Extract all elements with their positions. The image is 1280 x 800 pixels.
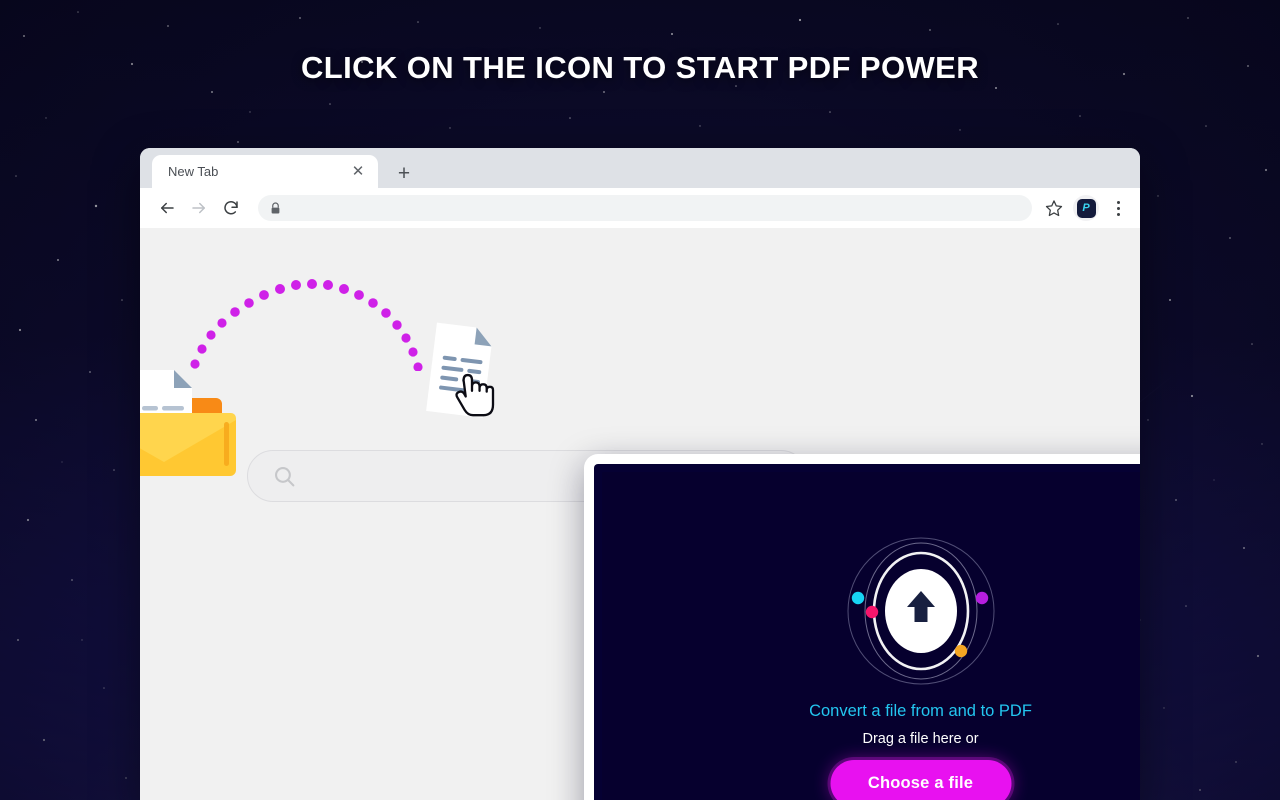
screenshot-stage: CLICK ON THE ICON TO START PDF POWER New… — [0, 0, 1280, 800]
browser-window: New Tab ✕ + P Convert a file from and to… — [140, 148, 1140, 800]
new-tab-button[interactable]: + — [392, 161, 416, 185]
bookmark-button[interactable] — [1040, 194, 1068, 222]
popup-panel: Convert a file from and to PDF Drag a fi… — [594, 464, 1140, 800]
address-bar[interactable] — [258, 195, 1032, 221]
pdf-power-popup: Convert a file from and to PDF Drag a fi… — [584, 454, 1140, 800]
back-button[interactable] — [152, 193, 182, 223]
dotted-arc-path-icon — [190, 279, 423, 371]
popup-subtitle: Drag a file here or — [862, 731, 979, 747]
back-arrow-icon — [161, 202, 174, 214]
reload-icon — [224, 201, 238, 215]
choose-a-file-button[interactable]: Choose a file — [830, 760, 1011, 800]
browser-toolbar: P — [140, 188, 1140, 228]
lock-icon — [271, 201, 280, 214]
tab-strip: New Tab ✕ + — [140, 148, 1140, 188]
search-icon — [275, 466, 295, 486]
tab-title: New Tab — [168, 164, 219, 179]
upload-arrow-icon[interactable] — [846, 536, 996, 686]
orbit-dot-pink — [865, 605, 878, 619]
close-icon[interactable]: ✕ — [348, 162, 368, 182]
orbit-dot-amber — [954, 644, 967, 658]
tab-new-tab[interactable]: New Tab ✕ — [152, 155, 378, 188]
pdf-power-logo-icon: P — [1076, 198, 1096, 218]
orbit-dot-cyan — [851, 591, 864, 605]
dragged-document-with-cursor — [426, 322, 495, 418]
orbit-dot-magenta — [975, 591, 988, 605]
forward-button[interactable] — [184, 193, 214, 223]
three-dot-menu-icon — [1116, 200, 1120, 204]
reload-button[interactable] — [216, 193, 246, 223]
extension-button-pdf-power[interactable]: P — [1073, 195, 1099, 221]
open-folder-icon — [140, 370, 236, 476]
new-tab-page: Convert a file from and to PDF Drag a fi… — [140, 228, 1140, 800]
star-outline-icon — [1045, 200, 1063, 217]
browser-menu-button[interactable] — [1106, 194, 1130, 222]
popup-title: Convert a file from and to PDF — [809, 702, 1032, 720]
forward-arrow-icon — [192, 202, 205, 214]
page-title: CLICK ON THE ICON TO START PDF POWER — [300, 50, 980, 85]
